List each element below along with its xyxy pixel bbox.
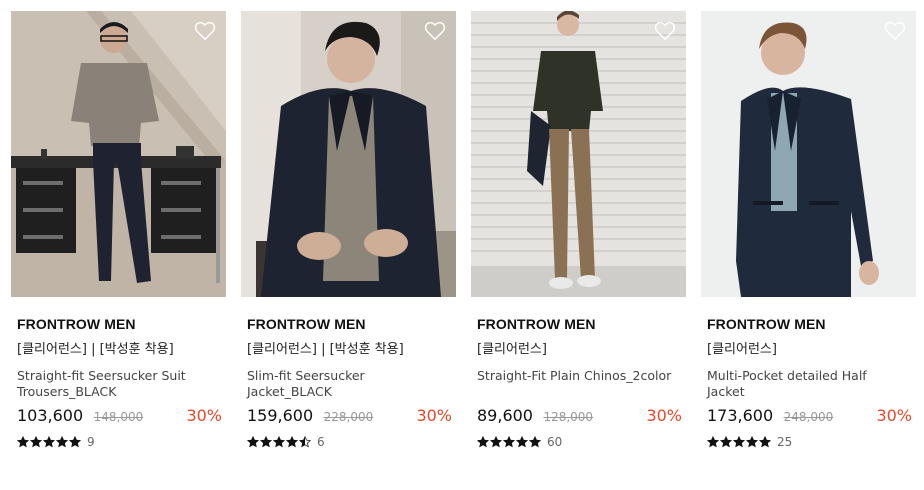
heart-outline-icon[interactable] [424,21,446,41]
star-icon [299,436,311,448]
original-price: 148,000 [93,410,144,424]
product-photo[interactable] [241,11,456,297]
product-name[interactable]: Multi-Pocket detailed Half Jacket [701,368,906,400]
star-icon [477,436,489,448]
product-brand[interactable]: FRONTROW MEN [11,315,226,333]
sale-price: 89,600 [477,406,533,425]
heart-outline-icon[interactable] [654,21,676,41]
star-icon [17,436,29,448]
review-count: 60 [547,435,563,449]
sale-price: 159,600 [247,406,314,425]
star-icon [490,436,502,448]
star-icon [759,436,771,448]
product-tag: [클리어런스] [477,342,547,357]
star-icon [43,436,55,448]
star-rating [477,436,541,448]
rating: 60 [471,434,686,450]
star-icon [529,436,541,448]
star-icon [707,436,719,448]
product-photo-image [701,11,916,297]
star-icon [260,436,272,448]
product-photo-image [471,11,686,297]
star-icon [733,436,745,448]
rating: 25 [701,434,916,450]
price-row: 89,600 128,000 30% [471,406,686,428]
sale-price: 173,600 [707,406,774,425]
product-tag: [클리어런스] | [박성훈 착용] [17,342,174,357]
discount-rate: 30% [416,406,452,425]
star-icon [247,436,259,448]
product-photo[interactable] [701,11,916,297]
product-photo-image [241,11,456,297]
original-price: 128,000 [543,410,594,424]
star-rating [247,436,311,448]
star-icon [30,436,42,448]
heart-outline-icon[interactable] [194,21,216,41]
product-card[interactable]: FRONTROW MEN [클리어런스] | [박성훈 착용] Straight… [11,11,226,450]
review-count: 25 [777,435,793,449]
rating: 6 [241,434,456,450]
original-price: 228,000 [323,410,374,424]
product-grid: FRONTROW MEN [클리어런스] | [박성훈 착용] Straight… [0,0,924,490]
star-icon [516,436,528,448]
heart-outline-icon[interactable] [884,21,906,41]
star-rating [707,436,771,448]
product-name[interactable]: Slim-fit Seersucker Jacket_BLACK [241,368,446,400]
product-tag: [클리어런스] [707,342,777,357]
product-card[interactable]: FRONTROW MEN [클리어런스] Multi-Pocket detail… [701,11,916,450]
product-card[interactable]: FRONTROW MEN [클리어런스] Straight-Fit Plain … [471,11,686,450]
discount-rate: 30% [646,406,682,425]
product-name[interactable]: Straight-fit Seersucker Suit Trousers_BL… [11,368,216,400]
product-brand[interactable]: FRONTROW MEN [701,315,916,333]
star-icon [286,436,298,448]
star-icon [720,436,732,448]
price-row: 173,600 248,000 30% [701,406,916,428]
product-brand[interactable]: FRONTROW MEN [471,315,686,333]
sale-price: 103,600 [17,406,84,425]
discount-rate: 30% [186,406,222,425]
price-row: 159,600 228,000 30% [241,406,456,428]
star-rating [17,436,81,448]
rating: 9 [11,434,226,450]
product-card[interactable]: FRONTROW MEN [클리어런스] | [박성훈 착용] Slim-fit… [241,11,456,450]
product-photo[interactable] [471,11,686,297]
product-brand[interactable]: FRONTROW MEN [241,315,456,333]
discount-rate: 30% [876,406,912,425]
review-count: 6 [317,435,325,449]
star-icon [746,436,758,448]
star-icon [69,436,81,448]
star-icon [273,436,285,448]
star-icon [56,436,68,448]
product-photo[interactable] [11,11,226,297]
product-tag: [클리어런스] | [박성훈 착용] [247,342,404,357]
price-row: 103,600 148,000 30% [11,406,226,428]
original-price: 248,000 [783,410,834,424]
review-count: 9 [87,435,95,449]
product-photo-image [11,11,226,297]
star-icon [503,436,515,448]
product-name[interactable]: Straight-Fit Plain Chinos_2color [471,368,676,400]
